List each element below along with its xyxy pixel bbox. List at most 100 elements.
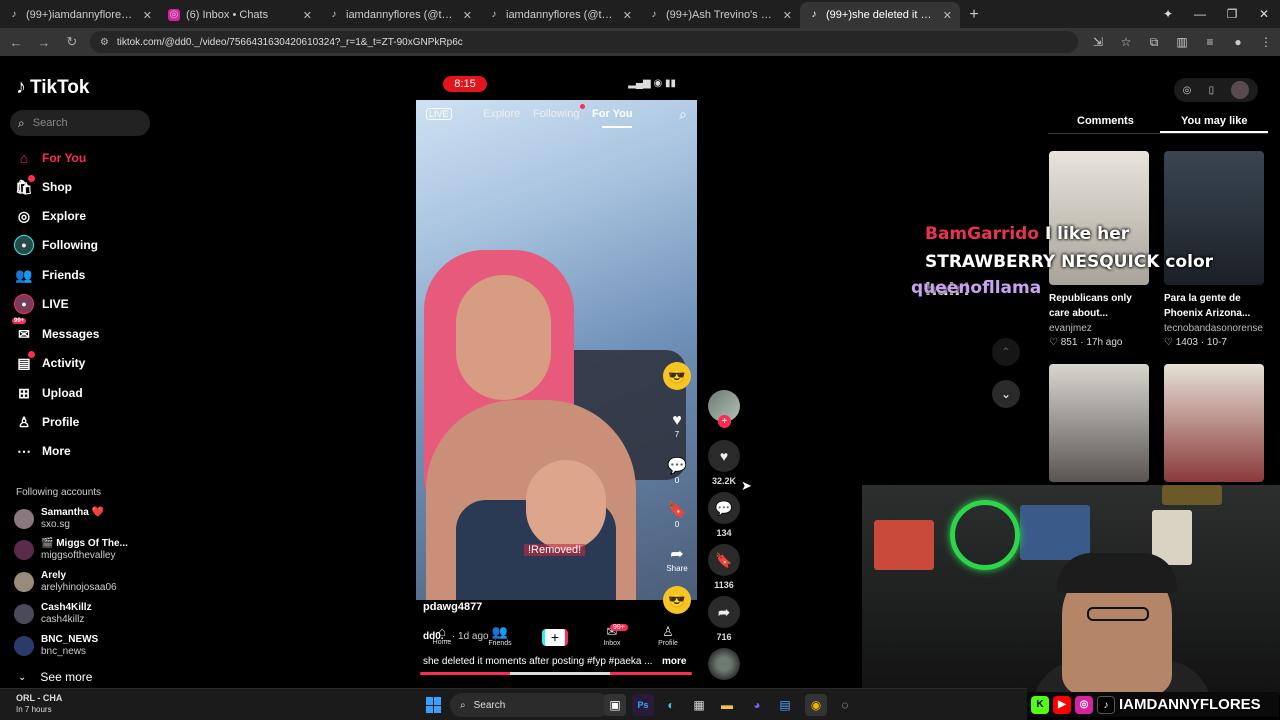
- side-panel-icon[interactable]: ▥: [1168, 30, 1196, 54]
- nav-profile[interactable]: ♙ Profile: [648, 624, 688, 647]
- minimize-button[interactable]: —: [1184, 0, 1216, 28]
- browser-tab[interactable]: ♪iamdannyflores (@thefloresrep✕: [320, 2, 480, 28]
- sidebar-item-activity[interactable]: ▤ Activity: [14, 351, 85, 374]
- close-tab-icon[interactable]: ✕: [143, 9, 152, 22]
- obs-icon[interactable]: ◌: [834, 694, 856, 716]
- browser-tab[interactable]: ♪iamdannyflores (@thefloresrep✕: [480, 2, 640, 28]
- profile-icon: ♙: [17, 413, 31, 430]
- previous-video-button[interactable]: ⌃: [992, 338, 1020, 366]
- recommended-video-author[interactable]: tecnobandasonorense: [1164, 323, 1263, 334]
- phone-status-bar: 8:15 ▂▄▆ ◉ ▮▮: [416, 74, 696, 96]
- live-tab[interactable]: LIVE: [426, 108, 452, 120]
- bookmark-star-icon[interactable]: ☆: [1112, 30, 1140, 54]
- close-window-button[interactable]: ✕: [1248, 0, 1280, 28]
- follow-button[interactable]: +: [718, 415, 731, 428]
- edge-icon[interactable]: ◐: [660, 694, 682, 716]
- browser-tab[interactable]: ♪(99+)Ash Trevino's Response to✕: [640, 2, 800, 28]
- file-explorer-icon[interactable]: ▬: [716, 694, 738, 716]
- media-icon[interactable]: ≡: [1196, 30, 1224, 54]
- profile-avatar-icon[interactable]: [1231, 81, 1250, 99]
- music-disc-icon[interactable]: [708, 648, 740, 680]
- compass-icon[interactable]: ◎: [1183, 85, 1192, 96]
- close-tab-icon[interactable]: ✕: [623, 9, 632, 22]
- sidebar-item-for-you[interactable]: ⌂ For You: [14, 147, 86, 169]
- photoshop-icon[interactable]: Ps: [632, 694, 654, 716]
- browser-tab[interactable]: ♪(99+)iamdannyflores (@theflor✕: [0, 2, 160, 28]
- store-icon[interactable]: ▦: [688, 694, 710, 716]
- close-tab-icon[interactable]: ✕: [943, 9, 952, 22]
- extensions-icon[interactable]: ⧉: [1140, 30, 1168, 54]
- sidebar-item-messages[interactable]: ✉ 99+ Messages: [12, 318, 99, 345]
- active-tab-underline: [1160, 131, 1268, 133]
- recommended-video-author[interactable]: evanjmez: [1049, 323, 1092, 334]
- sidebar-item-following[interactable]: ● Following: [14, 234, 98, 256]
- tab-following[interactable]: Following: [533, 108, 579, 120]
- sidebar-item-live[interactable]: ● LIVE: [14, 293, 69, 315]
- removed-sticker: !Removed!: [524, 544, 586, 556]
- save-button[interactable]: 🔖 1136: [706, 544, 742, 590]
- search-input[interactable]: ⌕ Search: [10, 110, 150, 136]
- tab-comments[interactable]: Comments: [1077, 115, 1134, 127]
- url-field[interactable]: ⚙ tiktok.com/@dd0._/video/75664316304206…: [89, 31, 1078, 53]
- tab-for-you[interactable]: For You: [592, 108, 633, 120]
- forward-button[interactable]: →: [32, 30, 56, 54]
- sidebar-item-profile[interactable]: ♙ Profile: [14, 411, 80, 433]
- sidebar-item-friends[interactable]: 👥 Friends: [14, 264, 85, 286]
- sidebar-item-upload[interactable]: ⊞ Upload: [14, 382, 83, 404]
- profile-avatar-icon[interactable]: ●: [1224, 30, 1252, 54]
- like-button[interactable]: ♥ 32.2K: [706, 440, 742, 486]
- extension-star-icon[interactable]: ✦: [1152, 0, 1184, 28]
- following-account-item[interactable]: Cash4Killz cash4killz: [14, 602, 92, 626]
- video-player[interactable]: LIVE Explore Following For You ⌕ 😎 ♥ 7 💬 0…: [416, 100, 697, 600]
- create-plus-button[interactable]: +: [542, 629, 568, 646]
- share-button[interactable]: ➦ 716: [706, 596, 742, 642]
- close-tab-icon[interactable]: ✕: [303, 9, 312, 22]
- browser-tab[interactable]: ◎ (6) Inbox • Chats ✕: [160, 2, 320, 28]
- device-icon[interactable]: ▯: [1209, 85, 1215, 96]
- nav-home[interactable]: ⌂ Home: [422, 624, 462, 646]
- reload-button[interactable]: ↻: [60, 30, 84, 54]
- menu-kebab-icon[interactable]: ⋮: [1252, 30, 1280, 54]
- video-author-username[interactable]: pdawg4877: [423, 601, 482, 613]
- recommended-video-thumbnail[interactable]: [1164, 364, 1264, 482]
- search-icon: ⌕: [460, 699, 466, 711]
- sidebar-item-explore[interactable]: ◎ Explore: [14, 205, 86, 227]
- sunglasses-emoji-icon: 😎: [663, 362, 691, 390]
- browser-tab-bar: ♪(99+)iamdannyflores (@theflor✕ ◎(6) Inb…: [0, 0, 1280, 28]
- tab-explore[interactable]: Explore: [483, 108, 520, 120]
- video-progress-bar[interactable]: [420, 672, 692, 675]
- task-view-icon[interactable]: ▣: [604, 694, 626, 716]
- site-info-icon[interactable]: ⚙: [100, 37, 109, 48]
- weather-widget[interactable]: ORL - CHA In 7 hours: [16, 693, 62, 715]
- comment-button[interactable]: 💬 134: [706, 492, 742, 538]
- back-button[interactable]: ←: [4, 30, 28, 54]
- discord-icon[interactable]: ◕: [746, 694, 768, 716]
- close-tab-icon[interactable]: ✕: [463, 9, 472, 22]
- see-more-button[interactable]: ⌄ See more: [18, 670, 92, 684]
- avatar: [14, 509, 34, 529]
- recommended-video-thumbnail[interactable]: [1049, 364, 1149, 482]
- close-tab-icon[interactable]: ✕: [783, 9, 792, 22]
- caption-more-button[interactable]: more: [662, 656, 686, 667]
- restore-button[interactable]: ❐: [1216, 0, 1248, 28]
- following-account-item[interactable]: Arely arelyhinojosaa06: [14, 570, 117, 594]
- profile-icon: ♙: [662, 624, 674, 639]
- tiktok-logo[interactable]: ♪ TikTok: [16, 76, 89, 99]
- tab-you-may-like[interactable]: You may like: [1181, 115, 1247, 127]
- sidebar-item-shop[interactable]: 🛍 Shop: [14, 175, 72, 198]
- browser-tab-active[interactable]: ♪(99+)she deleted it moments af✕: [800, 2, 960, 28]
- windows-start-icon[interactable]: [426, 697, 442, 713]
- nav-friends[interactable]: 👥 Friends: [480, 624, 520, 647]
- next-video-button[interactable]: ⌄: [992, 380, 1020, 408]
- friends-icon: 👥: [15, 266, 33, 283]
- following-account-item[interactable]: 🎬 Miggs Of The... miggsofthevalley: [14, 538, 128, 562]
- new-tab-button[interactable]: +: [960, 2, 988, 28]
- app-icon[interactable]: ▤: [774, 694, 796, 716]
- following-account-item[interactable]: Samantha ❤️ sxo.sg: [14, 507, 104, 531]
- sidebar-item-more[interactable]: ⋯ More: [14, 440, 71, 462]
- following-account-item[interactable]: BNC_NEWS bnc_news: [14, 634, 98, 658]
- taskbar-search-input[interactable]: ⌕ Search: [450, 693, 610, 717]
- chrome-icon[interactable]: ◉: [805, 694, 827, 716]
- search-icon[interactable]: ⌕: [679, 106, 687, 123]
- install-app-icon[interactable]: ⇲: [1084, 30, 1112, 54]
